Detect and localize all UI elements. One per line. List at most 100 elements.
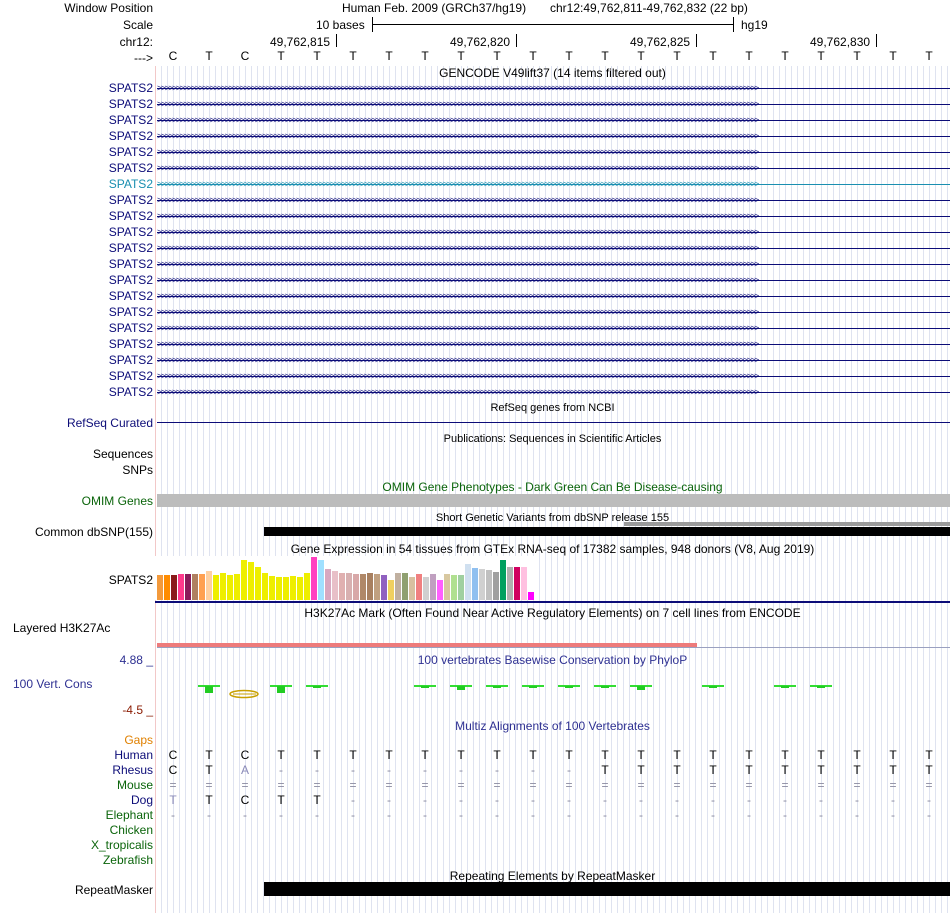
gtex-tissue-bar[interactable] <box>199 574 205 600</box>
gencode-transcript[interactable]: >>>>>>>>>>>>>>>>>>>>>>>>>>>>>>>>>>>>>>>>… <box>157 209 950 223</box>
gencode-transcript[interactable]: >>>>>>>>>>>>>>>>>>>>>>>>>>>>>>>>>>>>>>>>… <box>157 241 950 255</box>
gtex-tissue-bar[interactable] <box>500 560 506 600</box>
gtex-tissue-bar[interactable] <box>458 575 464 600</box>
gtex-tissue-bar[interactable] <box>346 573 352 600</box>
gtex-tissue-bar[interactable] <box>157 575 163 600</box>
gtex-tissue-bar[interactable] <box>402 573 408 600</box>
gtex-tissue-bar[interactable] <box>514 567 520 600</box>
gencode-transcript[interactable]: >>>>>>>>>>>>>>>>>>>>>>>>>>>>>>>>>>>>>>>>… <box>157 273 950 287</box>
gencode-gene-label[interactable]: SPATS2 <box>109 113 153 127</box>
gencode-transcript[interactable]: >>>>>>>>>>>>>>>>>>>>>>>>>>>>>>>>>>>>>>>>… <box>157 145 950 159</box>
refseq-gene-line[interactable] <box>157 422 950 423</box>
gtex-tissue-bar[interactable] <box>178 574 184 600</box>
gencode-gene-label[interactable]: SPATS2 <box>109 129 153 143</box>
rmsk-element-bar[interactable] <box>264 882 950 896</box>
gtex-tissue-bar[interactable] <box>276 577 282 600</box>
gtex-tissue-bar[interactable] <box>437 580 443 600</box>
gtex-tissue-bar[interactable] <box>185 574 191 600</box>
omim-gene-bar[interactable] <box>157 494 950 507</box>
gtex-tissue-bar[interactable] <box>451 575 457 600</box>
gtex-tissue-bar[interactable] <box>416 574 422 600</box>
gtex-tissue-bar[interactable] <box>521 567 527 600</box>
gtex-tissue-bar[interactable] <box>220 573 226 600</box>
cons-track-title[interactable]: 100 vertebrates Basewise Conservation by… <box>155 653 950 667</box>
gencode-gene-label[interactable]: SPATS2 <box>109 193 153 207</box>
gtex-tissue-bar[interactable] <box>318 560 324 600</box>
gencode-gene-label[interactable]: SPATS2 <box>109 241 153 255</box>
gtex-tissue-bar[interactable] <box>227 575 233 600</box>
gtex-tissue-bar[interactable] <box>493 572 499 600</box>
gtex-tissue-bar[interactable] <box>241 560 247 600</box>
h3k27ac-track-title[interactable]: H3K27Ac Mark (Often Found Near Active Re… <box>155 606 950 620</box>
multiz-species-label[interactable]: Chicken <box>110 823 153 837</box>
gencode-transcript[interactable]: >>>>>>>>>>>>>>>>>>>>>>>>>>>>>>>>>>>>>>>>… <box>157 81 950 95</box>
gtex-tissue-bar[interactable] <box>325 569 331 600</box>
gtex-tissue-bar[interactable] <box>423 577 429 600</box>
gencode-transcript[interactable]: >>>>>>>>>>>>>>>>>>>>>>>>>>>>>>>>>>>>>>>>… <box>157 113 950 127</box>
gencode-gene-label[interactable]: SPATS2 <box>109 385 153 399</box>
gtex-tissue-bar[interactable] <box>360 574 366 600</box>
gtex-tissue-bar[interactable] <box>206 571 212 600</box>
gencode-transcript[interactable]: >>>>>>>>>>>>>>>>>>>>>>>>>>>>>>>>>>>>>>>>… <box>157 289 950 303</box>
gtex-tissue-bar[interactable] <box>430 574 436 600</box>
gtex-tissue-bar[interactable] <box>374 574 380 600</box>
gtex-tissue-bar[interactable] <box>164 575 170 600</box>
gtex-tissue-bar[interactable] <box>528 592 534 600</box>
h3k27ac-label[interactable]: Layered H3K27Ac <box>13 621 110 635</box>
gtex-label[interactable]: SPATS2 <box>109 573 153 587</box>
multiz-species-label[interactable]: Human <box>114 748 153 762</box>
gtex-tissue-bar[interactable] <box>304 573 310 600</box>
gtex-tissue-bar[interactable] <box>248 562 254 600</box>
pubs-track-title[interactable]: Publications: Sequences in Scientific Ar… <box>155 432 950 446</box>
gtex-tissue-bar[interactable] <box>297 577 303 600</box>
gtex-tissue-bar[interactable] <box>353 574 359 600</box>
multiz-gaps-label[interactable]: Gaps <box>124 733 153 747</box>
gencode-transcript[interactable]: >>>>>>>>>>>>>>>>>>>>>>>>>>>>>>>>>>>>>>>>… <box>157 177 950 191</box>
gencode-gene-label[interactable]: SPATS2 <box>109 257 153 271</box>
gtex-tissue-bar[interactable] <box>409 577 415 600</box>
gencode-gene-label[interactable]: SPATS2 <box>109 353 153 367</box>
gencode-gene-label[interactable]: SPATS2 <box>109 209 153 223</box>
multiz-species-label[interactable]: Rhesus <box>112 763 153 777</box>
gencode-transcript[interactable]: >>>>>>>>>>>>>>>>>>>>>>>>>>>>>>>>>>>>>>>>… <box>157 385 950 399</box>
gtex-tissue-bar[interactable] <box>339 573 345 600</box>
gencode-transcript[interactable]: >>>>>>>>>>>>>>>>>>>>>>>>>>>>>>>>>>>>>>>>… <box>157 97 950 111</box>
omim-label[interactable]: OMIM Genes <box>82 494 153 508</box>
pubs-sequences-label[interactable]: Sequences <box>93 447 153 461</box>
gencode-gene-label[interactable]: SPATS2 <box>109 161 153 175</box>
gencode-gene-label[interactable]: SPATS2 <box>109 321 153 335</box>
gtex-tissue-bar[interactable] <box>381 575 387 600</box>
gtex-tissue-bar[interactable] <box>479 569 485 600</box>
gtex-tissue-bar[interactable] <box>465 564 471 600</box>
multiz-species-label[interactable]: Zebrafish <box>103 853 153 867</box>
gtex-tissue-bar[interactable] <box>367 573 373 600</box>
gencode-transcript[interactable]: >>>>>>>>>>>>>>>>>>>>>>>>>>>>>>>>>>>>>>>>… <box>157 369 950 383</box>
gtex-tissue-bar[interactable] <box>255 567 261 600</box>
dbsnp-label[interactable]: Common dbSNP(155) <box>35 525 153 539</box>
gencode-gene-label[interactable]: SPATS2 <box>109 289 153 303</box>
gencode-track-title[interactable]: GENCODE V49lift37 (14 items filtered out… <box>155 66 950 80</box>
gencode-transcript[interactable]: >>>>>>>>>>>>>>>>>>>>>>>>>>>>>>>>>>>>>>>>… <box>157 305 950 319</box>
omim-track-title[interactable]: OMIM Gene Phenotypes - Dark Green Can Be… <box>155 480 950 494</box>
gencode-transcript[interactable]: >>>>>>>>>>>>>>>>>>>>>>>>>>>>>>>>>>>>>>>>… <box>157 353 950 367</box>
multiz-species-label[interactable]: Dog <box>131 793 153 807</box>
multiz-track-title[interactable]: Multiz Alignments of 100 Vertebrates <box>155 719 950 733</box>
gtex-track-title[interactable]: Gene Expression in 54 tissues from GTEx … <box>155 542 950 556</box>
gencode-gene-label[interactable]: SPATS2 <box>109 305 153 319</box>
multiz-species-label[interactable]: Mouse <box>117 778 153 792</box>
gtex-tissue-bar[interactable] <box>332 571 338 600</box>
refseq-label[interactable]: RefSeq Curated <box>67 416 153 430</box>
dbsnp-variant-bar-upper[interactable] <box>624 522 950 526</box>
gencode-gene-label[interactable]: SPATS2 <box>109 97 153 111</box>
multiz-species-label[interactable]: X_tropicalis <box>91 838 153 852</box>
rmsk-track-title[interactable]: Repeating Elements by RepeatMasker <box>155 869 950 883</box>
gencode-transcript[interactable]: >>>>>>>>>>>>>>>>>>>>>>>>>>>>>>>>>>>>>>>>… <box>157 129 950 143</box>
gtex-tissue-bar[interactable] <box>311 557 317 600</box>
gtex-tissue-bar[interactable] <box>444 574 450 600</box>
gencode-transcript[interactable]: >>>>>>>>>>>>>>>>>>>>>>>>>>>>>>>>>>>>>>>>… <box>157 337 950 351</box>
rmsk-label[interactable]: RepeatMasker <box>75 883 153 897</box>
gtex-tissue-bar[interactable] <box>507 567 513 600</box>
gtex-tissue-bar[interactable] <box>262 573 268 600</box>
gtex-tissue-bar[interactable] <box>234 574 240 600</box>
gencode-transcript[interactable]: >>>>>>>>>>>>>>>>>>>>>>>>>>>>>>>>>>>>>>>>… <box>157 225 950 239</box>
